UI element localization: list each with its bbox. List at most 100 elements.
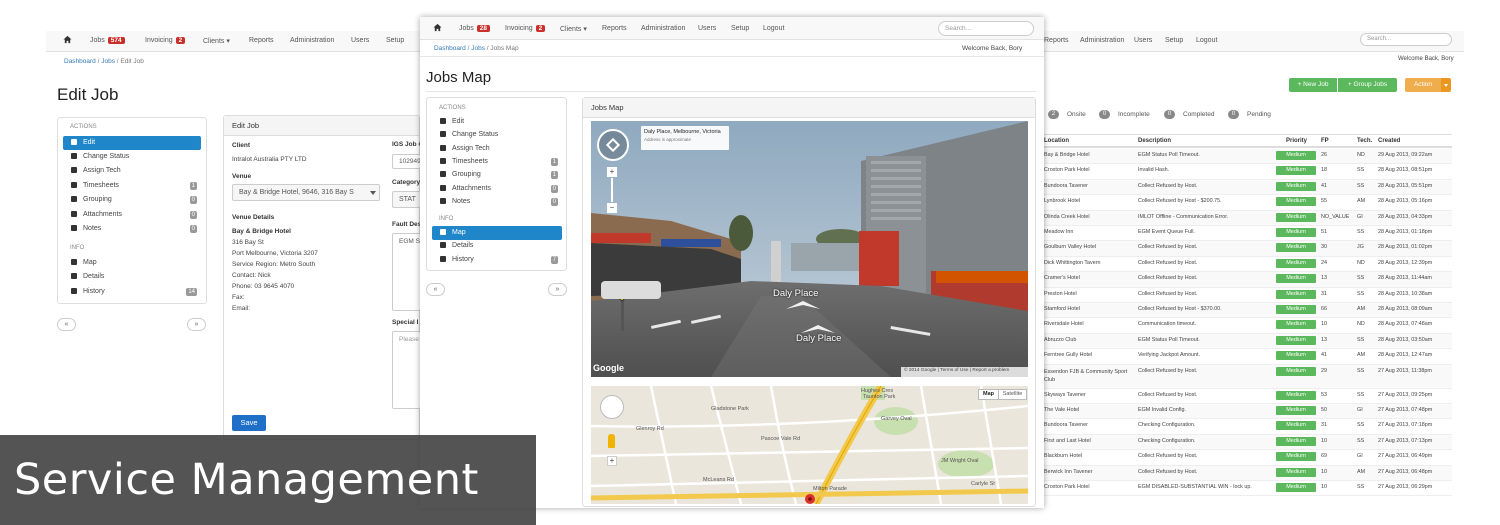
zoom-in-button[interactable]: + [607,167,617,177]
priority-badge[interactable]: Medium [1276,452,1316,462]
col-tech[interactable]: Tech. [1357,138,1372,144]
sidebar-item-edit[interactable]: Edit [63,136,201,150]
table-row[interactable]: Bundoora Tavener Checking Configuration. M… [1042,419,1452,435]
sidebar-item-details[interactable]: Details [432,239,562,253]
priority-badge[interactable]: Medium [1276,366,1316,376]
table-row[interactable]: Ferntree Gully Hotel Verifying Jackpot Am… [1042,349,1452,365]
sidebar-item-grouping[interactable]: Grouping 1 [432,168,562,182]
sidebar-item-history[interactable]: History 7 [432,253,562,267]
priority-badge[interactable]: Medium [1276,212,1316,222]
table-row[interactable]: Riversdale Hotel Communication timeout. Me… [1042,318,1452,334]
col-fp[interactable]: FP [1321,138,1329,144]
next-button[interactable]: » [548,283,567,296]
prev-button[interactable]: « [426,283,445,296]
priority-badge[interactable]: Medium [1276,181,1316,191]
priority-badge[interactable]: Medium [1276,228,1316,237]
table-row[interactable]: Olinda Creek Hotel IMLOT Offline - Commun… [1042,210,1452,226]
table-row[interactable]: Lynbrook Hotel Collect Refused by Host - … [1042,195,1452,211]
filter-label[interactable]: Incomplete [1118,111,1150,118]
nav-logout[interactable]: Logout [763,25,784,32]
map-zoom-in-button[interactable]: + [607,456,617,466]
filter-count-badge[interactable]: 0 [1099,110,1110,119]
zoom-slider[interactable] [611,178,613,202]
table-row[interactable]: Goulburn Valley Hotel Collect Refused by … [1042,241,1452,257]
nav-administration[interactable]: Administration [641,25,685,32]
table-row[interactable]: Croxton Park Hotel Invalid Hash. Medium 18 S… [1042,164,1452,180]
nav-invoicing[interactable]: Invoicing 2 [505,25,546,32]
filter-label[interactable]: Pending [1247,111,1271,118]
sidebar-item-attachments[interactable]: Attachments 0 [432,182,562,196]
priority-badge[interactable]: Medium [1276,305,1316,314]
fault-description-input[interactable]: EGM St [392,233,420,311]
nav-setup[interactable]: Setup [386,37,404,44]
filter-label[interactable]: Onsite [1067,111,1086,118]
nav-reports[interactable]: Reports [602,25,627,32]
table-row[interactable]: Dick Whittington Tavern Collect Refused b… [1042,257,1452,273]
breadcrumb-dashboard[interactable]: Dashboard [434,45,466,52]
nav-invoicing[interactable]: Invoicing 2 [145,37,186,44]
breadcrumb-jobs[interactable]: Jobs [471,45,485,52]
table-row[interactable]: Essendon FJB & Community Sport Club Colle… [1042,364,1452,389]
filter-count-badge[interactable]: 0 [1164,110,1175,119]
sidebar-item-attachments[interactable]: Attachments 0 [63,208,201,222]
next-button[interactable]: » [187,318,206,331]
priority-badge[interactable]: Medium [1276,351,1316,361]
search-input[interactable]: Search... [1360,33,1452,46]
nav-jobs[interactable]: Jobs 28 [459,25,491,32]
nav-administration[interactable]: Administration [1080,37,1124,44]
table-row[interactable]: Preston Hotel Collect Refused by Host. Med… [1042,288,1452,303]
sidebar-item-change-status[interactable]: Change Status [63,150,201,164]
breadcrumb-jobs[interactable]: Jobs [101,58,115,65]
table-row[interactable]: The Vale Hotel EGM Invalid Config. Medium 5… [1042,404,1452,420]
search-input[interactable]: Search... [938,21,1034,36]
breadcrumb-dashboard[interactable]: Dashboard [64,58,96,65]
nav-setup[interactable]: Setup [1165,37,1183,44]
sidebar-item-timesheets[interactable]: Timesheets 1 [63,179,201,193]
table-row[interactable]: Stamford Hotel Collect Refused by Host - … [1042,303,1452,319]
priority-badge[interactable]: Medium [1276,258,1316,268]
priority-badge[interactable]: Medium [1276,289,1316,299]
priority-badge[interactable]: Medium [1276,335,1316,345]
priority-badge[interactable]: Medium [1276,436,1316,446]
prev-button[interactable]: « [57,318,76,331]
special-instructions-input[interactable]: Please [392,331,420,409]
filter-label[interactable]: Completed [1183,111,1214,118]
sidebar-item-grouping[interactable]: Grouping 0 [63,193,201,207]
map-type-satellite-button[interactable]: Satellite [998,389,1027,400]
table-row[interactable]: Bay & Bridge Hotel EGM Status Poll Timeou… [1042,149,1452,165]
table-row[interactable]: Croxton Park Hotel EGM DISABLED-SUBSTANTI… [1042,481,1452,497]
map-pan-control[interactable] [600,395,624,419]
nav-clients[interactable]: Clients ▾ [560,25,587,33]
col-created[interactable]: Created [1378,138,1400,144]
nav-setup[interactable]: Setup [731,25,749,32]
priority-badge[interactable]: Medium [1276,483,1316,492]
nav-users[interactable]: Users [351,37,369,44]
sidebar-item-assign-tech[interactable]: Assign Tech [63,164,201,178]
nav-reports[interactable]: Reports [1044,37,1069,44]
action-button[interactable]: Action [1405,78,1441,92]
nav-clients[interactable]: Clients ▾ [203,37,230,45]
sidebar-item-change-status[interactable]: Change Status [432,128,562,142]
compass-control[interactable] [597,129,629,161]
table-row[interactable]: First and Last Hotel Checking Configurati… [1042,434,1452,451]
sidebar-item-assign-tech[interactable]: Assign Tech [432,142,562,156]
save-button[interactable]: Save [232,415,266,431]
priority-badge[interactable]: Medium [1276,274,1316,284]
nav-users[interactable]: Users [1134,37,1152,44]
priority-badge[interactable]: Medium [1276,151,1316,160]
priority-badge[interactable]: Medium [1276,243,1316,253]
table-row[interactable]: Bundoora Tavener Collect Refused by Host.… [1042,179,1452,196]
report-problem-link[interactable]: Report a problem [972,368,1009,373]
filter-count-badge[interactable]: 2 [1048,110,1059,119]
priority-badge[interactable]: Medium [1276,406,1316,415]
col-priority[interactable]: Priority [1286,138,1307,144]
priority-badge[interactable]: Medium [1276,390,1316,400]
igs-job-input[interactable]: 102949 [392,154,420,169]
sidebar-item-map[interactable]: Map [63,256,201,270]
priority-badge[interactable]: Medium [1276,166,1316,176]
table-row[interactable]: Meadow Inn EGM Event Queue Full. Medium 51 S… [1042,226,1452,242]
pegman-icon[interactable] [608,434,615,448]
priority-badge[interactable]: Medium [1276,467,1316,477]
sidebar-item-notes[interactable]: Notes 0 [432,195,562,209]
sidebar-item-edit[interactable]: Edit [432,115,562,129]
